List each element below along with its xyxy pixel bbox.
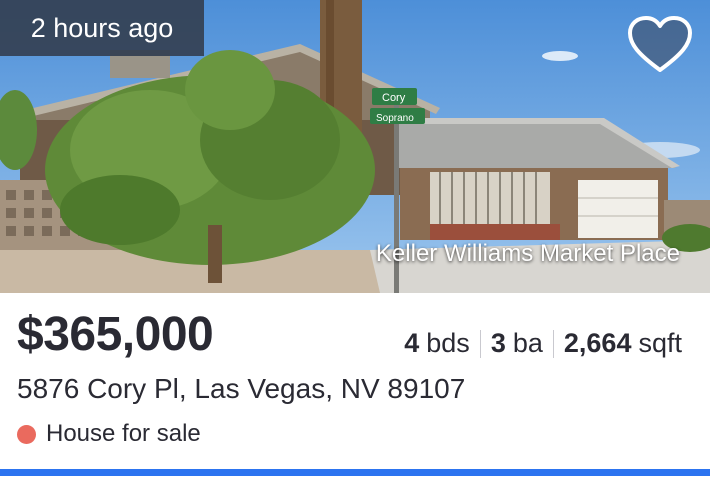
baths-value: 3 xyxy=(490,328,506,358)
fact-divider xyxy=(552,329,554,358)
broker-attribution: Keller Williams Market Place xyxy=(375,240,680,267)
listing-status: House for sale xyxy=(17,420,201,448)
baths-unit: ba xyxy=(512,328,543,358)
beds-unit: bds xyxy=(426,328,470,358)
fact-divider xyxy=(479,329,481,358)
listing-card[interactable]: Cory Soprano 2 hours ago Keller Williams… xyxy=(0,0,710,480)
favorite-button[interactable] xyxy=(626,16,694,76)
street-sign-cory: Cory xyxy=(382,92,406,104)
status-dot-icon xyxy=(17,424,36,444)
listing-address[interactable]: 5876 Cory Pl, Las Vegas, NV 89107 xyxy=(17,373,465,405)
status-label: House for sale xyxy=(46,420,201,447)
sqft-fact: 2,664 sqft xyxy=(564,328,682,359)
listing-facts: 4 bds 3 ba 2,664 sqft xyxy=(404,328,682,359)
heart-outline-icon[interactable] xyxy=(626,16,694,76)
street-sign-soprano: Soprano xyxy=(376,113,414,124)
listing-price: $365,000 xyxy=(17,308,214,361)
sqft-value: 2,664 xyxy=(563,328,632,358)
beds-fact: 4 bds xyxy=(404,328,470,359)
sqft-unit: sqft xyxy=(638,328,682,358)
card-accent-bar xyxy=(0,469,710,476)
time-posted-badge: 2 hours ago xyxy=(0,0,204,56)
beds-value: 4 xyxy=(404,328,420,358)
baths-fact: 3 ba xyxy=(491,328,543,359)
